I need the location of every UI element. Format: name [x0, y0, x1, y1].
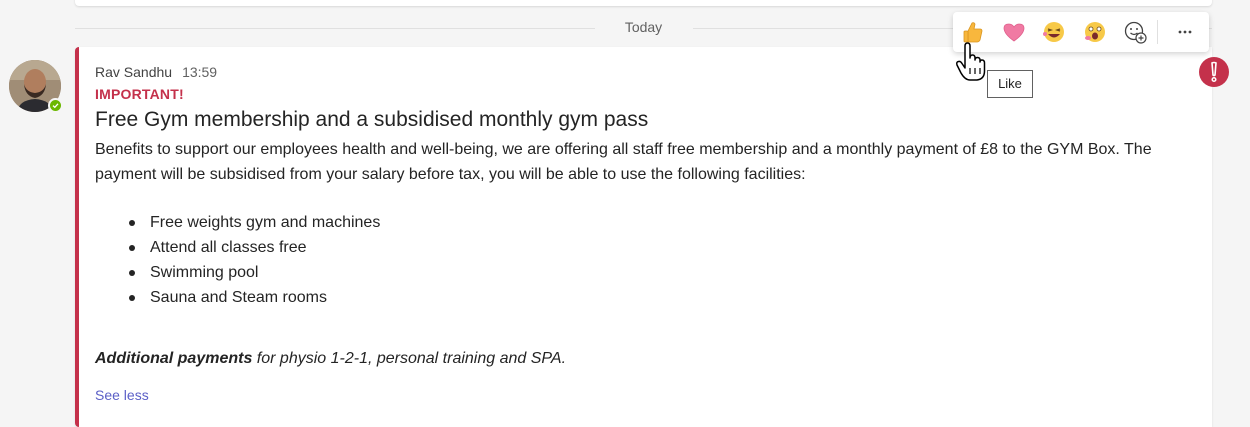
like-icon[interactable] — [959, 18, 987, 46]
list-item: Swimming pool — [128, 260, 380, 285]
message-header: Rav Sandhu 13:59 — [95, 64, 217, 80]
add-reaction-icon[interactable] — [1121, 18, 1149, 46]
reaction-bar-divider — [1157, 20, 1158, 44]
list-item: Free weights gym and machines — [128, 210, 380, 235]
author-name[interactable]: Rav Sandhu — [95, 64, 172, 80]
more-options-icon[interactable] — [1171, 18, 1199, 46]
additional-payments-rest: for physio 1-2-1, personal training and … — [252, 350, 567, 367]
see-less-link[interactable]: See less — [95, 387, 149, 403]
additional-payments-bold: Additional payments — [95, 350, 253, 367]
presence-available-icon — [48, 98, 63, 113]
laugh-icon[interactable] — [1040, 18, 1068, 46]
surprised-icon[interactable] — [1081, 18, 1109, 46]
importance-label: IMPORTANT! — [95, 86, 184, 102]
additional-payments-text: Additional payments for physio 1-2-1, pe… — [95, 350, 566, 368]
message-body: Benefits to support our employees health… — [95, 141, 1152, 183]
message-subject: Free Gym membership and a subsidised mon… — [95, 108, 649, 131]
like-tooltip: Like — [987, 70, 1033, 98]
message-time: 13:59 — [182, 64, 218, 80]
list-item: Attend all classes free — [128, 235, 380, 260]
important-alert-icon — [1199, 57, 1229, 87]
heart-icon[interactable] — [1000, 18, 1028, 46]
facilities-list: Free weights gym and machines Attend all… — [128, 210, 380, 310]
reaction-bar — [953, 12, 1209, 52]
list-item: Sauna and Steam rooms — [128, 285, 380, 310]
previous-message-card — [75, 0, 1212, 6]
